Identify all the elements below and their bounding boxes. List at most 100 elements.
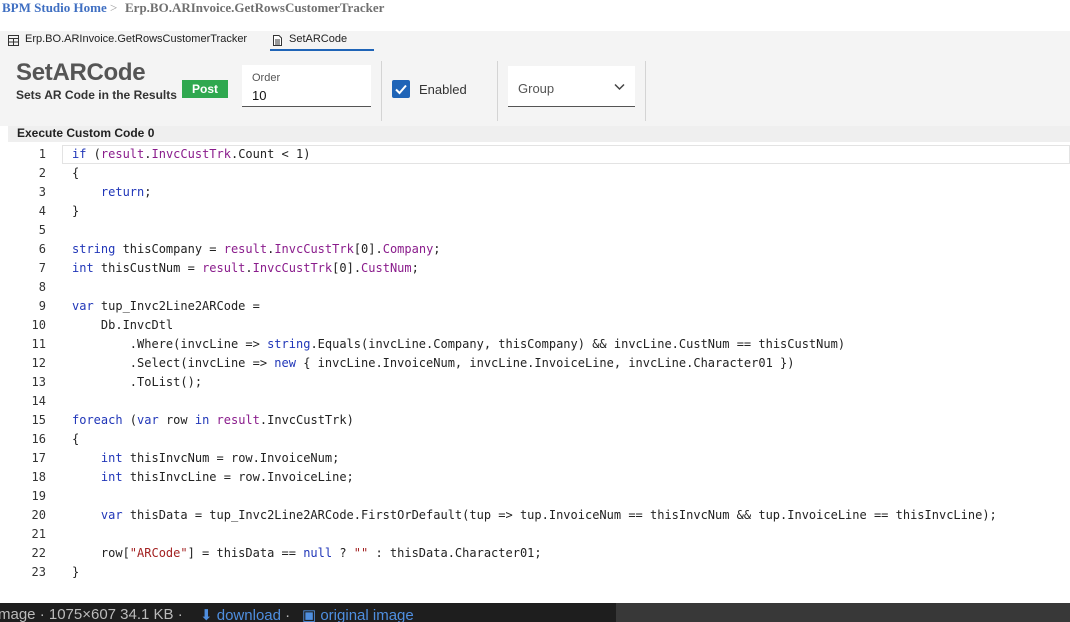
breadcrumb-home-link[interactable]: BPM Studio Home: [2, 0, 107, 16]
code-line[interactable]: 4}: [0, 202, 1070, 221]
code-text[interactable]: row["ARCode"] = thisData == null ? "" : …: [72, 544, 542, 563]
image-icon: ▣: [302, 607, 321, 622]
post-badge: Post: [182, 80, 228, 98]
code-line[interactable]: 9 var tup_Invc2Line2ARCode =: [0, 297, 1070, 316]
line-number: 3: [38, 185, 46, 199]
code-line[interactable]: 22 row["ARCode"] = thisData == null ? ""…: [0, 544, 1070, 563]
code-line[interactable]: 1 if (result.InvcCustTrk.Count < 1): [0, 145, 1070, 164]
group-placeholder: Group: [518, 81, 555, 96]
code-text[interactable]: int thisCustNum = result.InvcCustTrk[0].…: [72, 259, 419, 278]
code-text[interactable]: Db.InvcDtl: [72, 316, 173, 335]
document-icon: [273, 35, 282, 46]
code-text[interactable]: .ToList();: [72, 373, 202, 392]
tab-method-label: Erp.BO.ARInvoice.GetRowsCustomerTracker: [25, 33, 248, 45]
code-text[interactable]: string thisCompany = result.InvcCustTrk[…: [72, 240, 441, 259]
enabled-label[interactable]: Enabled: [419, 82, 467, 97]
enabled-checkbox[interactable]: [392, 80, 410, 98]
code-line[interactable]: 6 string thisCompany = result.InvcCustTrk…: [0, 240, 1070, 259]
divider: [497, 61, 498, 121]
code-line[interactable]: 18 int thisInvcLine = row.InvoiceLine;: [0, 468, 1070, 487]
breadcrumb-current: Erp.BO.ARInvoice.GetRowsCustomerTracker: [125, 0, 385, 15]
code-text[interactable]: }: [72, 563, 79, 582]
code-line[interactable]: 3 return;: [0, 183, 1070, 202]
group-dropdown[interactable]: Group: [508, 66, 635, 107]
line-number: 6: [38, 242, 46, 256]
line-number: 5: [38, 223, 46, 237]
code-text[interactable]: if (result.InvcCustTrk.Count < 1): [72, 145, 310, 164]
section-header: Execute Custom Code 0: [8, 126, 1070, 142]
tab-bar: Erp.BO.ARInvoice.GetRowsCustomerTracker …: [0, 31, 1070, 51]
original-image-link[interactable]: ▣ original image: [302, 606, 414, 622]
line-number: 17: [31, 451, 46, 465]
code-line[interactable]: 10 Db.InvcDtl: [0, 316, 1070, 335]
code-text[interactable]: {: [72, 164, 79, 183]
download-link[interactable]: ⬇ download ·: [200, 606, 290, 622]
code-line[interactable]: 19: [0, 487, 1070, 506]
divider: [381, 61, 382, 121]
section-title: Execute Custom Code 0: [17, 126, 155, 140]
line-number: 10: [31, 318, 46, 332]
tab-setarcode[interactable]: SetARCode: [270, 31, 374, 51]
code-line[interactable]: 21: [0, 525, 1070, 544]
line-number: 15: [31, 413, 46, 427]
original-image-label: original image: [320, 607, 414, 622]
code-line[interactable]: 20 var thisData = tup_Invc2Line2ARCode.F…: [0, 506, 1070, 525]
line-number: 19: [31, 489, 46, 503]
download-label: download: [216, 607, 281, 622]
line-number: 4: [38, 204, 46, 218]
download-icon: ⬇: [200, 607, 217, 622]
code-line[interactable]: 11 .Where(invcLine => string.Equals(invc…: [0, 335, 1070, 354]
divider: [645, 61, 646, 121]
code-text[interactable]: {: [72, 430, 79, 449]
tab-setarcode-label: SetARCode: [289, 33, 348, 45]
checkmark-icon: [395, 84, 407, 95]
order-field[interactable]: Order 10: [242, 65, 371, 107]
order-label: Order: [252, 72, 281, 84]
line-number: 20: [31, 508, 46, 522]
code-text[interactable]: .Select(invcLine => new { invcLine.Invoi…: [72, 354, 795, 373]
line-number: 23: [31, 565, 46, 579]
code-line[interactable]: 8: [0, 278, 1070, 297]
code-text[interactable]: int thisInvcLine = row.InvoiceLine;: [72, 468, 354, 487]
line-number: 9: [38, 299, 46, 313]
bottom-bar-fill: [616, 603, 1070, 622]
code-text[interactable]: .Where(invcLine => string.Equals(invcLin…: [72, 335, 845, 354]
line-number: 11: [31, 337, 46, 351]
code-line[interactable]: 7 int thisCustNum = result.InvcCustTrk[0]…: [0, 259, 1070, 278]
code-line[interactable]: 13 .ToList();: [0, 373, 1070, 392]
page-subtitle: Sets AR Code in the Results: [16, 88, 177, 102]
tab-method[interactable]: Erp.BO.ARInvoice.GetRowsCustomerTracker: [6, 31, 256, 51]
code-line[interactable]: 12 .Select(invcLine => new { invcLine.In…: [0, 354, 1070, 373]
code-text[interactable]: int thisInvcNum = row.InvoiceNum;: [72, 449, 339, 468]
code-line[interactable]: 15 foreach (var row in result.InvcCustTrk…: [0, 411, 1070, 430]
code-text[interactable]: var thisData = tup_Invc2Line2ARCode.Firs…: [72, 506, 997, 525]
code-text[interactable]: return;: [72, 183, 152, 202]
code-text[interactable]: var tup_Invc2Line2ARCode =: [72, 297, 260, 316]
breadcrumb: BPM Studio Home > Erp.BO.ARInvoice.GetRo…: [0, 0, 1070, 18]
line-number: 8: [38, 280, 46, 294]
line-number: 18: [31, 470, 46, 484]
code-line[interactable]: 14: [0, 392, 1070, 411]
line-number: 22: [31, 546, 46, 560]
code-line[interactable]: 2{: [0, 164, 1070, 183]
line-number: 2: [38, 166, 46, 180]
line-number: 14: [31, 394, 46, 408]
chevron-down-icon: [614, 83, 625, 91]
image-info: mage · 1075×607 34.1 KB ·: [0, 606, 183, 622]
code-editor[interactable]: 1 if (result.InvcCustTrk.Count < 1) 2{3 re…: [0, 145, 1070, 595]
code-text[interactable]: }: [72, 202, 79, 221]
line-number: 12: [31, 356, 46, 370]
line-number: 13: [31, 375, 46, 389]
image-info-bar: mage · 1075×607 34.1 KB · ⬇ download · ▣…: [0, 603, 616, 622]
code-line[interactable]: 17 int thisInvcNum = row.InvoiceNum;: [0, 449, 1070, 468]
code-line[interactable]: 5: [0, 221, 1070, 240]
info-separator: ·: [285, 607, 291, 622]
code-line[interactable]: 23}: [0, 563, 1070, 582]
order-value: 10: [252, 88, 267, 103]
code-line[interactable]: 16 {: [0, 430, 1070, 449]
line-number: 1: [38, 147, 46, 161]
page-title: SetARCode: [16, 59, 146, 86]
code-text[interactable]: foreach (var row in result.InvcCustTrk): [72, 411, 354, 430]
line-number: 7: [38, 261, 46, 275]
directive-header: SetARCode Sets AR Code in the Results Po…: [0, 51, 1070, 126]
